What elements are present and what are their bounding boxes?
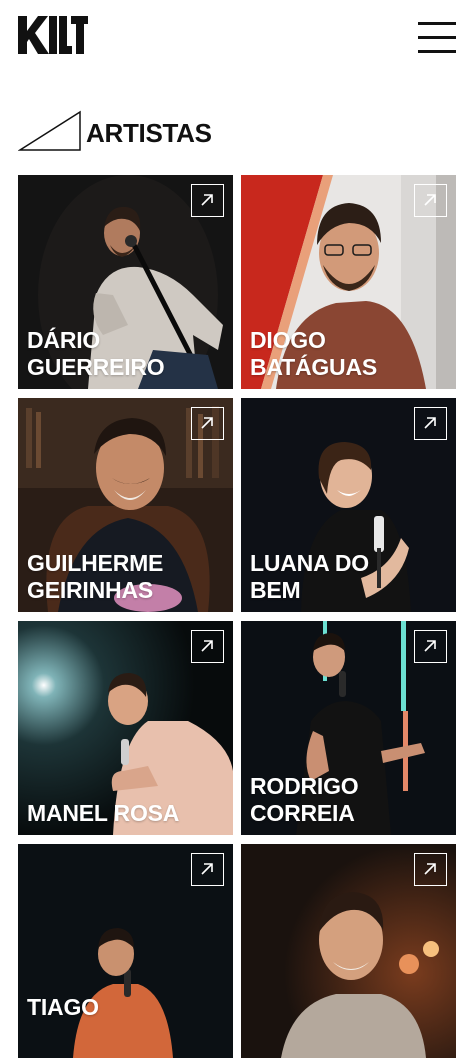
artist-name: DÁRIO GUERREIRO [27, 327, 227, 381]
open-artist-button[interactable] [191, 184, 224, 217]
open-artist-button[interactable] [414, 630, 447, 663]
artist-name-line2: GUERREIRO [27, 354, 165, 380]
hamburger-menu-button[interactable] [418, 22, 456, 54]
artist-name-line1: DIOGO [250, 327, 326, 353]
artist-card-luana-do-bem[interactable]: LUANA DO BEM [241, 398, 456, 612]
artist-name-line2: CORREIA [250, 800, 355, 826]
arrow-up-right-icon [201, 863, 213, 875]
arrow-up-right-icon [424, 417, 436, 429]
page-title: ARTISTAS [86, 118, 212, 148]
arrow-up-right-icon [424, 640, 436, 652]
open-artist-button[interactable] [191, 407, 224, 440]
artist-name-line2: BATÁGUAS [250, 354, 378, 380]
artist-name-line1: LUANA DO [250, 550, 369, 576]
artist-card-rodrigo-correia[interactable]: RODRIGO CORREIA [241, 621, 456, 835]
artist-name: GUILHERME GEIRINHAS [27, 550, 227, 604]
artist-card-guilherme-geirinhas[interactable]: GUILHERME GEIRINHAS [18, 398, 233, 612]
artist-card-tiago[interactable]: TIAGO [18, 844, 233, 1058]
artist-name-line1: TIAGO [27, 994, 99, 1020]
artist-card-8[interactable] [241, 844, 456, 1058]
site-header [0, 0, 473, 70]
open-artist-button[interactable] [414, 407, 447, 440]
section-title-row: ARTISTAS [18, 110, 438, 154]
artist-card-manel-rosa[interactable]: MANEL ROSA [18, 621, 233, 835]
artist-card-diogo-bataguas[interactable]: DIOGO BATÁGUAS [241, 175, 456, 389]
kilt-logo-mark [18, 16, 88, 54]
artist-name: TIAGO [27, 994, 227, 1021]
hamburger-icon-bottom [418, 50, 456, 53]
artist-name-line2: BEM [250, 577, 301, 603]
artist-name: MANEL ROSA [27, 800, 227, 827]
open-artist-button[interactable] [191, 853, 224, 886]
artist-name-line1: MANEL ROSA [27, 800, 180, 826]
arrow-up-right-icon [201, 417, 213, 429]
artist-name-line2: GEIRINHAS [27, 577, 153, 603]
arrow-up-right-icon [424, 863, 436, 875]
arrow-up-right-icon [201, 194, 213, 206]
open-artist-button[interactable] [191, 630, 224, 663]
arrow-up-right-icon [424, 194, 436, 206]
kilt-logo[interactable] [18, 16, 88, 54]
hamburger-icon [418, 22, 456, 25]
artist-name-line1: GUILHERME [27, 550, 164, 576]
artist-name: RODRIGO CORREIA [250, 773, 450, 827]
artist-name: LUANA DO BEM [250, 550, 450, 604]
hamburger-icon-middle [418, 36, 456, 39]
artist-name-line1: DÁRIO [27, 327, 101, 353]
artist-name: DIOGO BATÁGUAS [250, 327, 450, 381]
artist-name-line1: RODRIGO [250, 773, 359, 799]
triangle-outline-icon [18, 110, 81, 151]
open-artist-button[interactable] [414, 853, 447, 886]
arrow-up-right-icon [201, 640, 213, 652]
open-artist-button[interactable] [414, 184, 447, 217]
artist-card-dario-guerreiro[interactable]: DÁRIO GUERREIRO [18, 175, 233, 389]
